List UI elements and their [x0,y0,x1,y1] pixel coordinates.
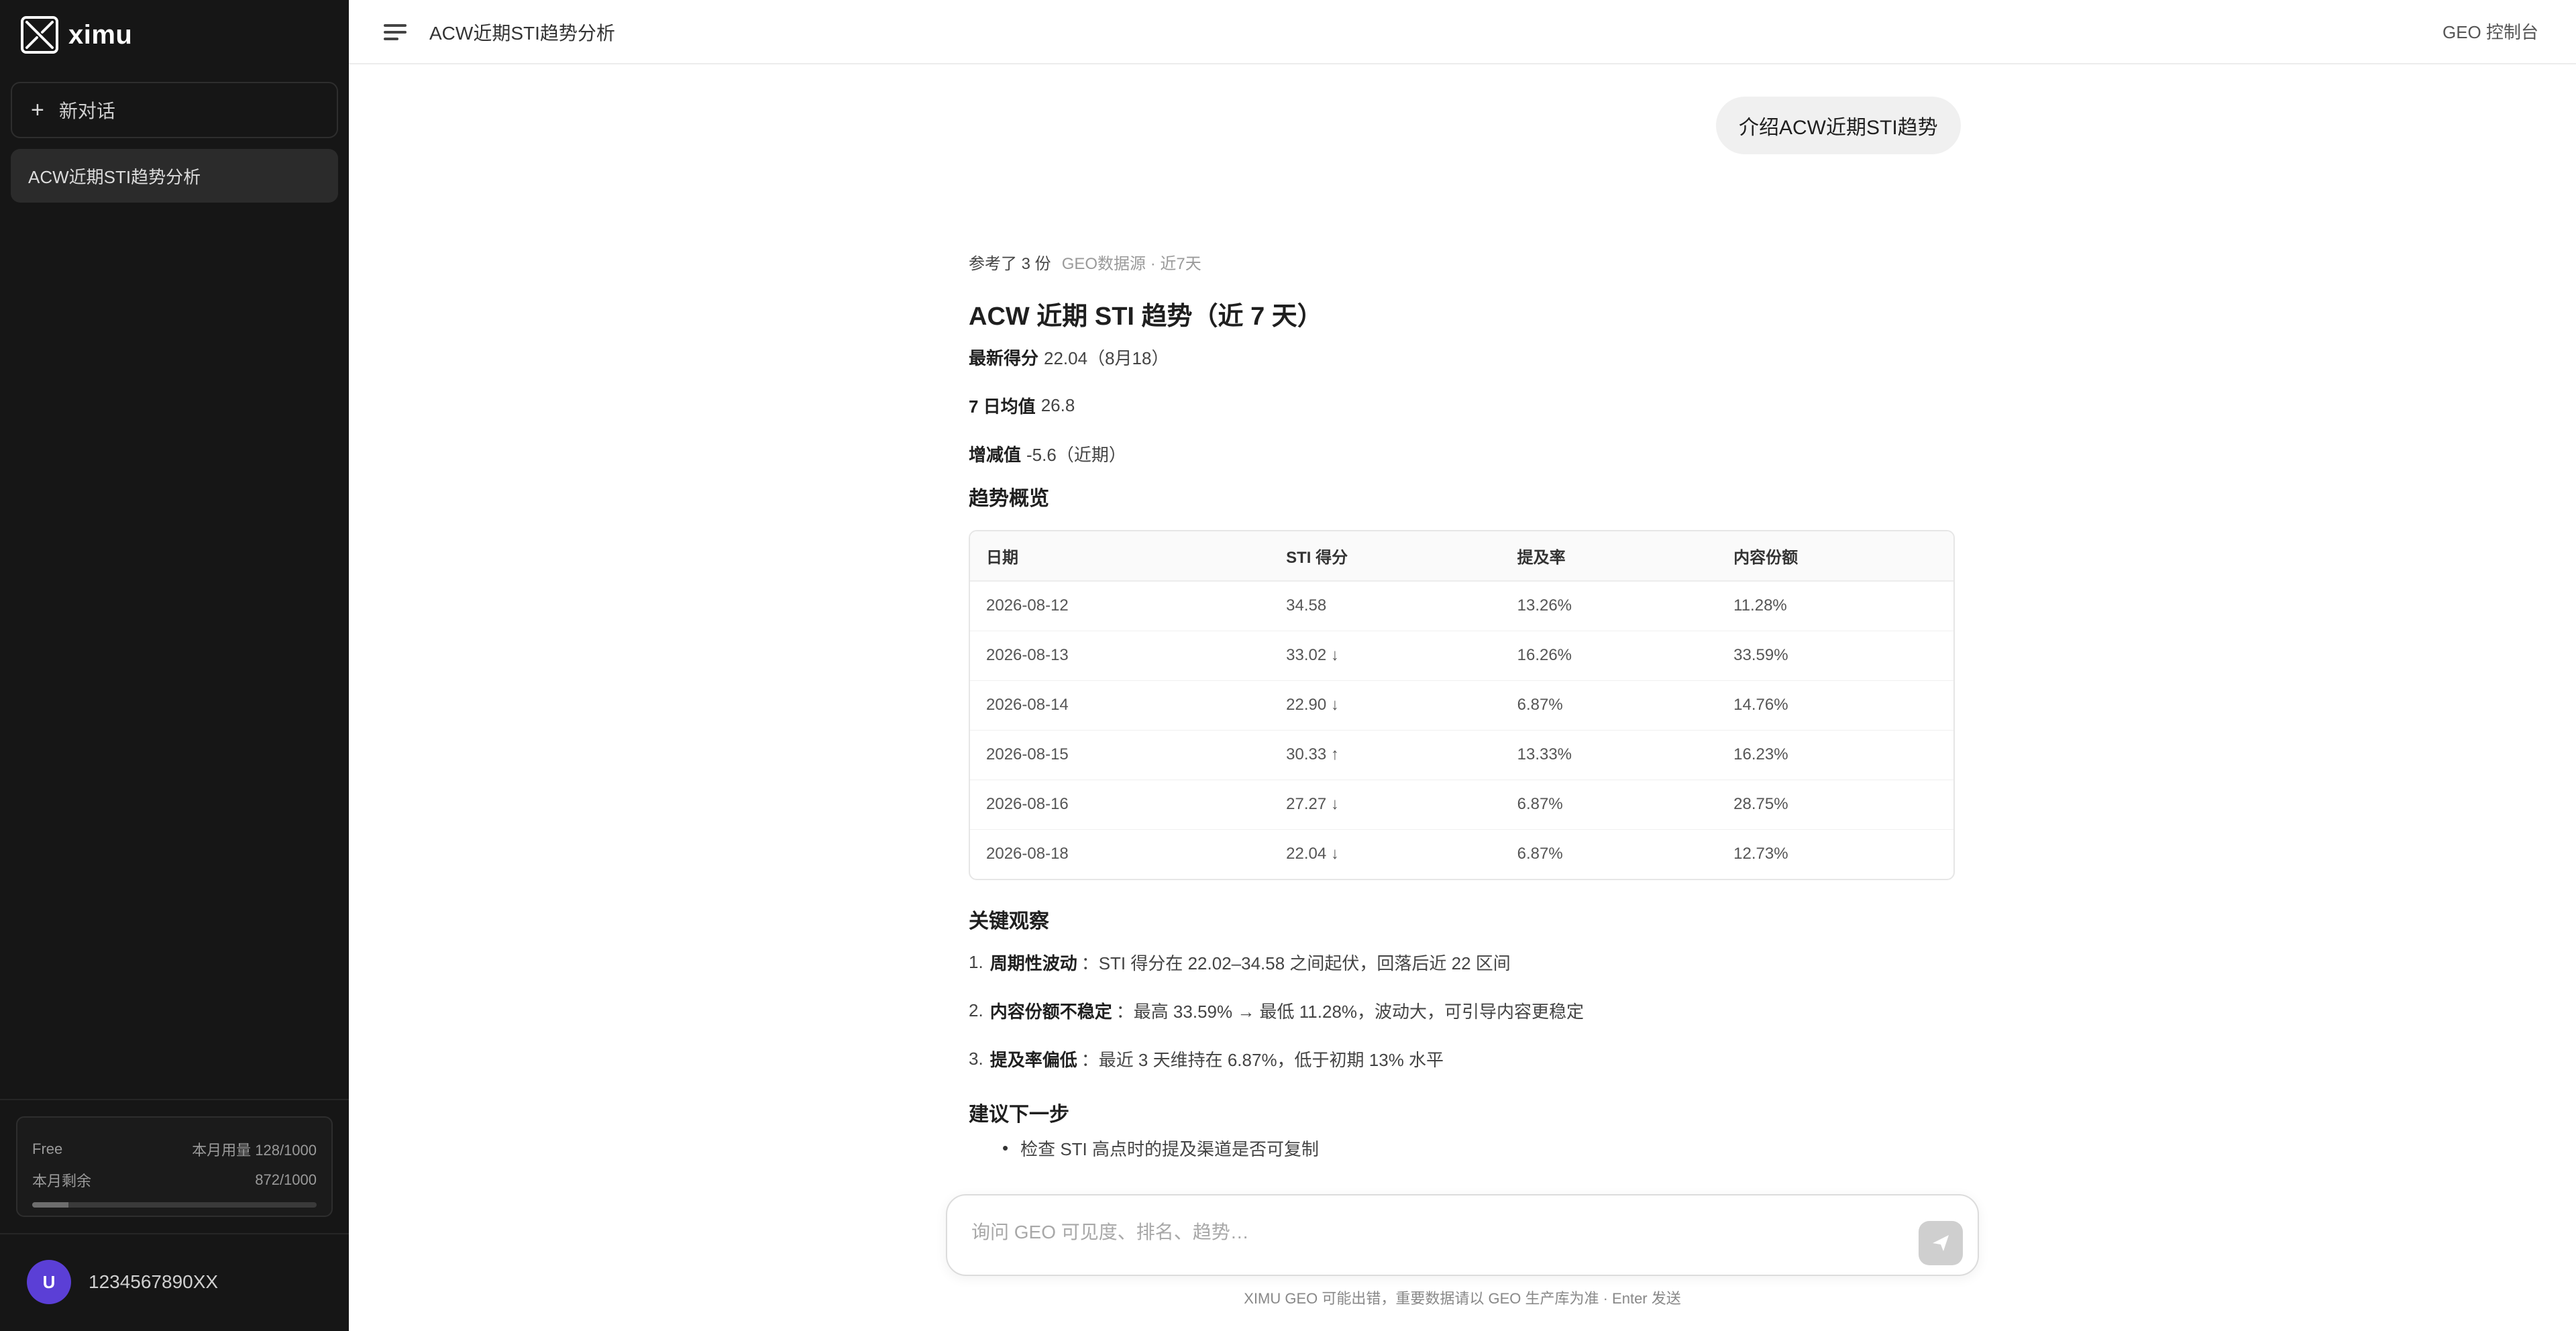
table-cell: 27.27 ↓ [1270,780,1501,830]
observation-heading: 周期性波动 [989,953,1077,973]
column-header: 内容份额 [1717,531,1953,582]
section-title: 建议下一步 [969,1104,1069,1126]
observation-heading: 内容份额不稳定 [989,1001,1112,1022]
column-header: 提及率 [1501,531,1718,582]
message-input[interactable] [971,1216,1870,1249]
observation-number: 1. [969,951,983,972]
answer-title: ACW 近期 STI 趋势（近 7 天） [969,303,1323,331]
ximu-logo-icon [21,16,58,54]
table-cell: 6.87% [1501,680,1718,731]
divider [0,1233,349,1234]
table-row: 2026-08-13 33.02 ↓ 16.26% 33.59% [970,631,1953,681]
plan-name: Free [32,1140,63,1157]
section-title: 关键观察 [969,910,1049,933]
table-cell: 6.87% [1517,845,1563,863]
metric-value: -5.6（近期） [1026,444,1126,465]
app-logo[interactable]: ximu [20,15,132,55]
table-cell: 2026-08-13 [970,631,1271,681]
geo-console-link[interactable]: GEO 控制台 [2443,19,2538,44]
divider [0,1099,349,1100]
observation-item: 1. 周期性波动 ：STI 得分在 22.02–34.58 之间起伏，回落后近 22… [969,938,1955,986]
quota-value: 872/1000 [255,1171,317,1188]
menu-icon[interactable] [382,19,409,46]
plan-usage: 本月用量 128/1000 [192,1142,317,1159]
usage-bar-fill [32,1202,69,1208]
observation-item: 2. 内容份额不稳定 ：最高 33.59% → 最低 11.28%，波动大，可引导内… [969,986,1955,1034]
metric-change: 增减值 -5.6（近期） [969,429,1955,478]
section-title: 趋势概览 [969,488,1049,510]
table-cell: 13.33% [1501,730,1718,780]
metric-value: 22.04（8月18） [1044,348,1169,368]
table-row: 2026-08-12 34.58 13.26% 11.28% [970,581,1953,631]
composer-fade [946,1167,1979,1194]
table-cell: 14.76% [1717,680,1953,731]
usage-bar [32,1202,317,1208]
metric-label: 增减值 [969,444,1022,465]
send-icon [1933,1235,1949,1251]
observation-text: ：STI 得分在 22.02–34.58 之间起伏，回落后近 22 区间 [1081,953,1511,973]
next-step-item: 检查 STI 高点时的提及渠道是否可复制 [969,1131,1955,1165]
new-chat-button[interactable]: + 新对话 [11,82,338,138]
metric-label: 7 日均值 [969,396,1036,417]
table-cell: 6.87% [1501,780,1718,830]
conversation-title: ACW近期STI趋势分析 [429,23,615,44]
reference-line[interactable]: 参考了 3 份 GEO数据源 · 近7天 [969,248,1955,275]
table-cell: 30.33 ↑ [1270,730,1501,780]
user-name: 1234567890XX [89,1271,219,1292]
table-cell: 2026-08-16 [970,780,1271,830]
sidebar: ximu + 新对话 ACW近期STI趋势分析 Free 本月用量 128/10… [0,0,349,1331]
observation-text: ：最高 33.59% → 最低 11.28%，波动大，可引导内容更稳定 [1116,1001,1585,1022]
assistant-answer: 参考了 3 份 GEO数据源 · 近7天 ACW 近期 STI 趋势（近 7 天… [969,248,1955,1165]
reference-prefix: 参考了 3 份 [969,254,1051,273]
avatar: U [27,1260,71,1304]
footer-disclaimer: XIMU GEO 可能出错，重要数据请以 GEO 生产库为准 · Enter 发… [1244,1290,1681,1307]
observation-heading: 提及率偏低 [989,1049,1077,1070]
table-cell: 34.58 [1270,581,1501,631]
table-row: 2026-08-14 22.90 ↓ 6.87% 14.76% [970,680,1953,731]
table-cell: 22.04 ↓ [1286,845,1339,863]
logo-text: ximu [68,19,133,50]
table-cell: 33.02 ↓ [1270,631,1501,681]
observation-item: 3. 提及率偏低 ：最近 3 天维持在 6.87%，低于初期 13% 水平 [969,1034,1955,1083]
table-cell: 2026-08-18 [986,845,1069,863]
table-cell: 2026-08-14 [970,680,1271,731]
table-cell: 22.90 ↓ [1270,680,1501,731]
trend-table: 日期 STI 得分 提及率 内容份额 2026-08-12 34.58 13.26%… [969,530,1955,880]
observation-text: ：最近 3 天维持在 6.87%，低于初期 13% 水平 [1081,1049,1444,1070]
column-header: STI 得分 [1270,531,1501,582]
conversation-label: ACW近期STI趋势分析 [28,166,201,187]
column-header: 日期 [970,531,1271,582]
quota-label: 本月剩余 [32,1173,92,1189]
metric-label: 最新得分 [969,348,1039,368]
metric-value: 26.8 [1040,394,1075,415]
plus-icon: + [31,97,44,123]
table-cell: 33.59% [1717,631,1953,681]
table-cell: 28.75% [1717,780,1953,830]
table-row: 2026-08-18 22.04 ↓ 6.87% 12.73% [970,829,1953,879]
observation-number: 2. [969,1000,983,1020]
table-header-row: 日期 STI 得分 提及率 内容份额 [970,531,1953,582]
table-row: 2026-08-16 27.27 ↓ 6.87% 28.75% [970,780,1953,830]
user-message: 介绍ACW近期STI趋势 [1716,97,1961,154]
table-cell: 2026-08-12 [970,581,1271,631]
table-cell: 13.26% [1501,581,1718,631]
plan-card: Free 本月用量 128/1000 本月剩余 872/1000 [16,1116,333,1217]
metric-latest: 最新得分 22.04（8月18） [969,333,1955,381]
table-cell: 16.26% [1501,631,1718,681]
send-button[interactable] [1919,1221,1963,1265]
new-chat-label: 新对话 [58,101,115,121]
observation-number: 3. [969,1048,983,1069]
table-row: 2026-08-15 30.33 ↑ 13.33% 16.23% [970,730,1953,780]
composer [946,1194,1979,1276]
metric-average: 7 日均值 26.8 [969,381,1955,429]
topbar: ACW近期STI趋势分析 GEO 控制台 [349,0,2576,64]
conversation-item[interactable]: ACW近期STI趋势分析 [11,149,338,203]
table-cell: 16.23% [1717,730,1953,780]
user-profile[interactable]: U 1234567890XX [27,1260,218,1304]
table-cell: 12.73% [1733,845,1788,863]
table-cell: 11.28% [1717,581,1953,631]
reference-detail: GEO数据源 · 近7天 [1061,254,1201,273]
table-cell: 2026-08-15 [970,730,1271,780]
